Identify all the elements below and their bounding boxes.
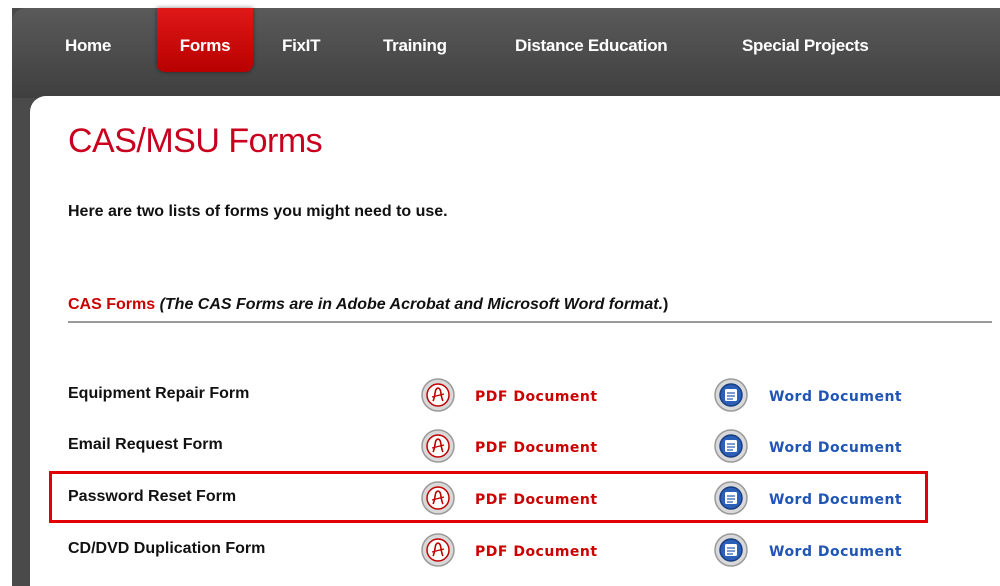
section-note: (The CAS Forms are in Adobe Acrobat and … (159, 296, 664, 313)
form-name: Email Request Form (68, 436, 223, 453)
nav-training[interactable]: Training (383, 36, 447, 56)
word-icon[interactable] (713, 428, 749, 464)
word-document-link[interactable]: Word Document (769, 440, 902, 456)
nav-home[interactable]: Home (65, 36, 111, 56)
page-top-border (0, 0, 1000, 8)
pdf-icon[interactable] (420, 377, 456, 413)
word-icon[interactable] (713, 532, 749, 568)
nav-fixit[interactable]: FixIT (282, 36, 320, 56)
nav-forms-label: Forms (179, 36, 231, 55)
page-title: CAS/MSU Forms (68, 122, 323, 160)
form-row: CD/DVD Duplication Form PDF Document Wor… (0, 533, 1000, 580)
nav-special-projects[interactable]: Special Projects (742, 36, 869, 56)
word-icon[interactable] (713, 377, 749, 413)
section-heading: CAS Forms (The CAS Forms are in Adobe Ac… (68, 296, 668, 314)
form-row: Email Request Form PDF Document Word Doc… (0, 429, 1000, 476)
pdf-document-link[interactable]: PDF Document (475, 389, 598, 405)
section-name: CAS Forms (68, 296, 156, 313)
pdf-icon[interactable] (420, 428, 456, 464)
pdf-icon[interactable] (420, 532, 456, 568)
word-document-link[interactable]: Word Document (769, 389, 902, 405)
form-row: Equipment Repair Form PDF Document Word … (0, 378, 1000, 425)
section-note-close: ) (663, 296, 669, 313)
intro-text: Here are two lists of forms you might ne… (68, 203, 448, 220)
nav-distance-education[interactable]: Distance Education (515, 36, 668, 56)
pdf-document-link[interactable]: PDF Document (475, 544, 598, 560)
word-document-link[interactable]: Word Document (769, 544, 902, 560)
form-name: CD/DVD Duplication Form (68, 540, 266, 557)
nav-forms[interactable]: Forms (157, 8, 253, 72)
highlight-box (49, 471, 928, 523)
section-divider (68, 321, 992, 323)
pdf-document-link[interactable]: PDF Document (475, 440, 598, 456)
main-navigation: Home Forms FixIT Training Distance Educa… (12, 8, 1000, 98)
form-name: Equipment Repair Form (68, 385, 250, 402)
